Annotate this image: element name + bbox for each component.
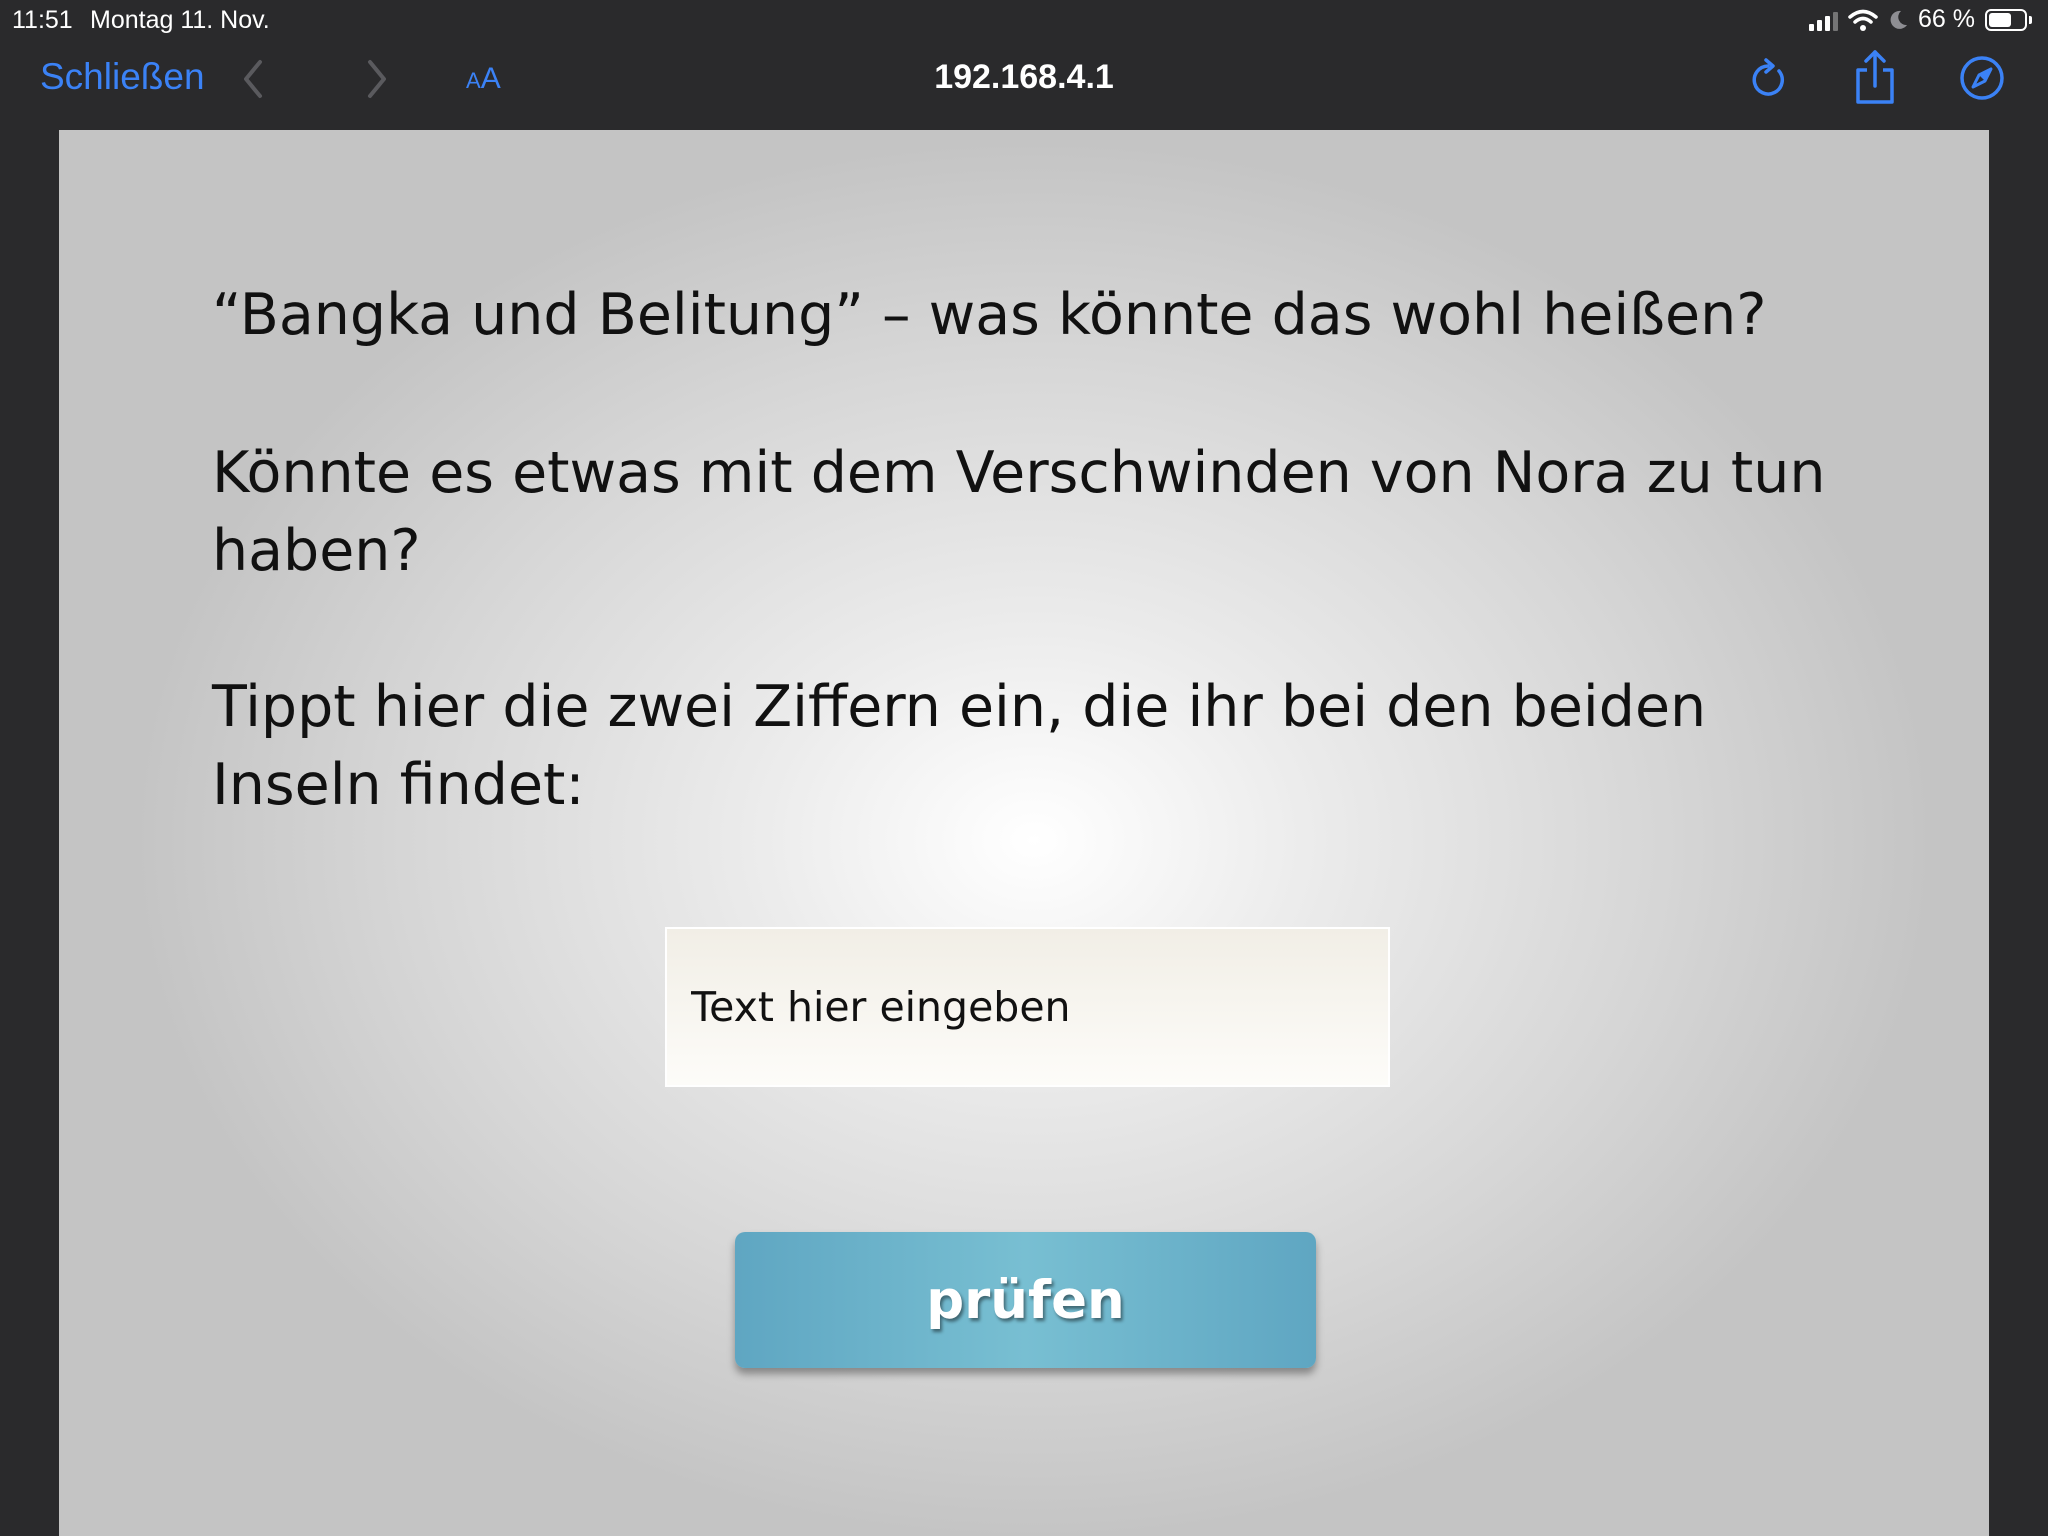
check-button[interactable]: prüfen: [735, 1232, 1316, 1368]
question-paragraph: “Bangka und Belitung” – was könnte das w…: [212, 282, 1767, 348]
compass-icon[interactable]: [1958, 54, 2006, 102]
instruction-paragraph: Tippt hier die zwei Ziffern ein, die ihr…: [212, 674, 1707, 818]
battery-icon: [1985, 8, 2032, 31]
status-date: Montag 11. Nov.: [90, 6, 270, 34]
page-content: “Bangka und Belitung” – was könnte das w…: [59, 130, 1989, 1536]
url-field[interactable]: 192.168.4.1: [0, 58, 2048, 97]
share-icon[interactable]: [1852, 48, 1898, 108]
answer-input[interactable]: [665, 927, 1390, 1087]
wifi-icon: [1848, 9, 1878, 31]
moon-icon: [1890, 10, 1908, 29]
status-bar: 11:51 Montag 11. Nov. 66 %: [0, 0, 2048, 40]
browser-toolbar: Schließen AA 192.168.4.1: [0, 40, 2048, 130]
status-time: 11:51: [12, 6, 73, 34]
status-indicators: 66 %: [1809, 5, 2032, 34]
hint-paragraph: Könnte es etwas mit dem Verschwinden von…: [212, 440, 1826, 584]
battery-percent: 66 %: [1918, 5, 1975, 33]
reload-icon[interactable]: [1746, 54, 1790, 104]
signal-icon: [1809, 9, 1839, 31]
